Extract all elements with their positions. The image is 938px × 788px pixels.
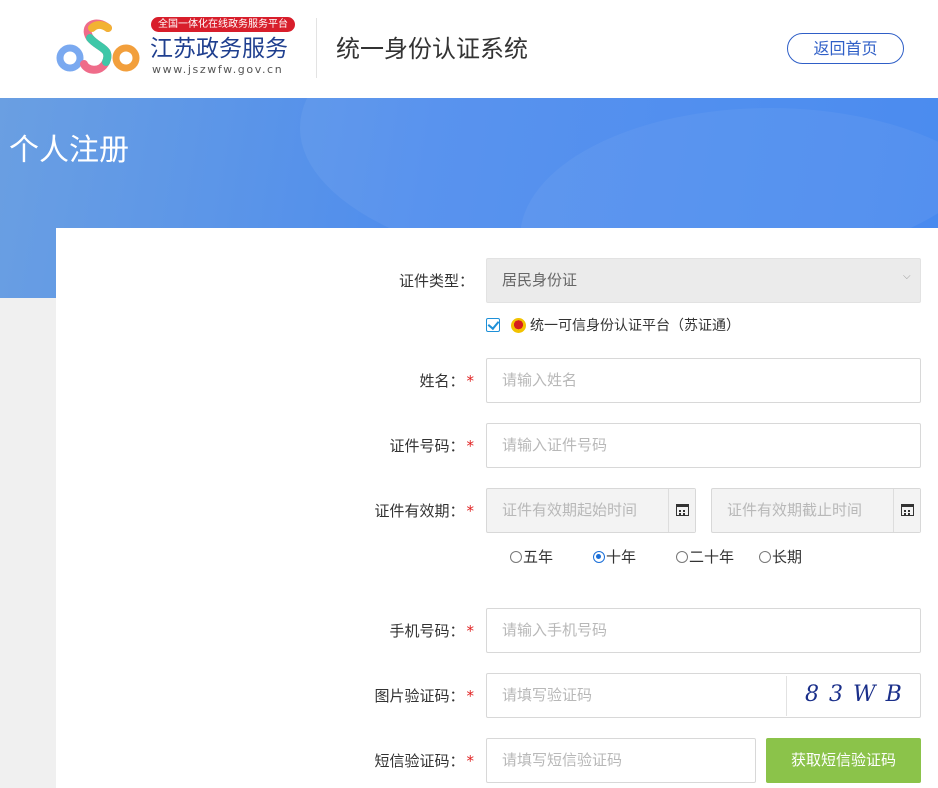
jiangsu-s-logo-icon[interactable] (56, 18, 140, 78)
name-label: 姓名： * (419, 372, 475, 390)
calendar-button[interactable] (893, 489, 920, 532)
brand-name[interactable]: 江苏政务服务 (150, 35, 288, 63)
radio-icon[interactable] (759, 551, 771, 563)
radio-five-years[interactable]: 五年 (510, 548, 553, 566)
calendar-icon (901, 504, 914, 516)
national-emblem-icon (511, 318, 526, 333)
required-mark: * (466, 752, 475, 770)
checkbox-checked-icon[interactable] (486, 318, 500, 332)
brand-url: www.jszwfw.gov.cn (152, 63, 284, 76)
validity-end-input[interactable]: 证件有效期截止时间 (711, 488, 921, 533)
radio-twenty-years[interactable]: 二十年 (676, 548, 734, 566)
name-input[interactable]: 请输入姓名 (486, 358, 921, 403)
radio-icon[interactable] (676, 551, 688, 563)
header-divider (316, 18, 317, 78)
validity-label: 证件有效期： * (374, 502, 475, 520)
platform-badge: 全国一体化在线政务服务平台 (151, 17, 295, 32)
phone-label: 手机号码： * (389, 622, 475, 640)
required-mark: * (466, 622, 475, 640)
sms-code-input[interactable]: 请填写短信验证码 (486, 738, 756, 783)
radio-icon[interactable] (510, 551, 522, 563)
radio-selected-icon[interactable] (593, 551, 605, 563)
back-home-button[interactable]: 返回首页 (787, 33, 904, 64)
system-title: 统一身份认证系统 (336, 35, 528, 63)
required-mark: * (466, 687, 475, 705)
required-mark: * (466, 437, 475, 455)
radio-long-term[interactable]: 长期 (759, 548, 802, 566)
page-title: 个人注册 (9, 133, 129, 168)
calendar-button[interactable] (668, 489, 695, 532)
get-sms-code-button[interactable]: 获取短信验证码 (766, 738, 921, 783)
validity-start-input[interactable]: 证件有效期起始时间 (486, 488, 696, 533)
id-number-label: 证件号码： * (389, 437, 475, 455)
sms-label: 短信验证码： * (374, 752, 475, 770)
id-type-select[interactable]: 居民身份证 (486, 258, 921, 303)
radio-ten-years[interactable]: 十年 (593, 548, 636, 566)
required-mark: * (466, 372, 475, 390)
site-header: 全国一体化在线政务服务平台 江苏政务服务 www.jszwfw.gov.cn 统… (0, 0, 938, 98)
chevron-down-icon: ⌵ (903, 271, 911, 282)
captcha-text: 83WB (805, 682, 912, 707)
captcha-label: 图片验证码： * (374, 687, 475, 705)
captcha-image[interactable]: 83WB (786, 676, 919, 716)
trust-platform-label: 统一可信身份认证平台（苏证通） (530, 318, 740, 334)
id-number-input[interactable]: 请输入证件号码 (486, 423, 921, 468)
required-mark: * (466, 502, 475, 520)
id-type-label: 证件类型： (398, 272, 474, 290)
phone-input[interactable]: 请输入手机号码 (486, 608, 921, 653)
calendar-icon (676, 504, 689, 516)
